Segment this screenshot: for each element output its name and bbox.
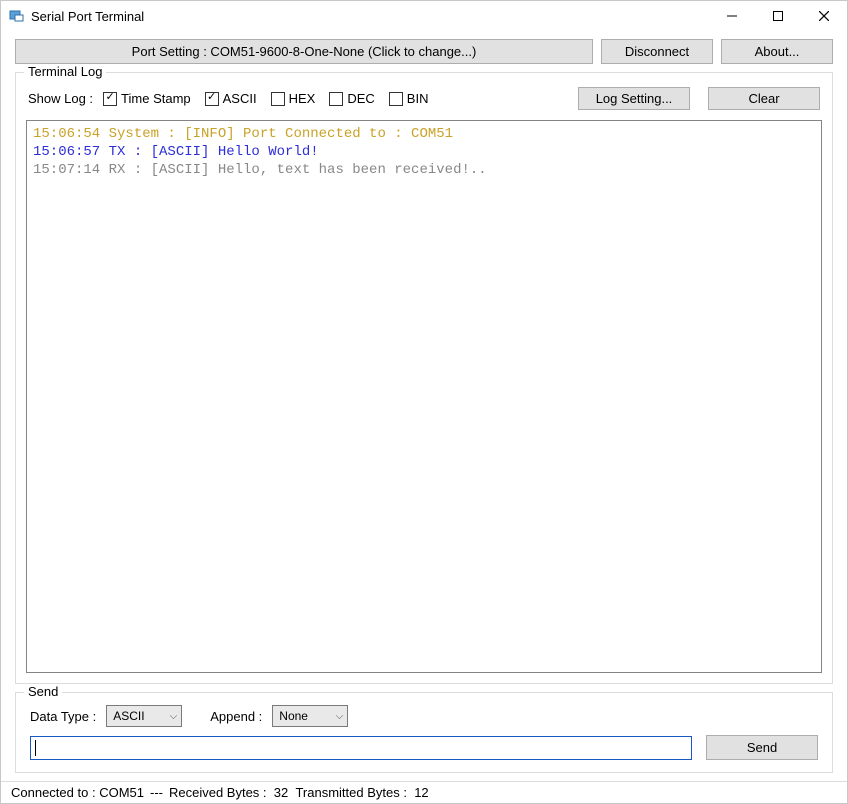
checkbox-label: Time Stamp xyxy=(121,91,191,106)
disconnect-button[interactable]: Disconnect xyxy=(601,39,713,64)
window-title: Serial Port Terminal xyxy=(31,9,144,24)
status-received-value: 32 xyxy=(274,785,288,800)
data-type-select[interactable]: ASCII ⌵ xyxy=(106,705,182,727)
maximize-button[interactable] xyxy=(755,1,801,31)
checkbox-label: ASCII xyxy=(223,91,257,106)
log-line: 15:06:57 TX : [ASCII] Hello World! xyxy=(33,143,815,161)
status-bar: Connected to : COM51 --- Received Bytes … xyxy=(1,781,847,803)
checkbox-time-stamp[interactable]: Time Stamp xyxy=(103,91,191,106)
terminal-log-legend: Terminal Log xyxy=(24,64,106,79)
checkbox-label: BIN xyxy=(407,91,429,106)
text-cursor-icon xyxy=(35,740,36,756)
log-options-row: Show Log : Time Stamp ASCII HEX DEC BIN xyxy=(26,83,822,120)
checkbox-bin[interactable]: BIN xyxy=(389,91,429,106)
app-icon xyxy=(9,8,25,24)
show-log-label: Show Log : xyxy=(28,91,93,106)
minimize-button[interactable] xyxy=(709,1,755,31)
chevron-down-icon: ⌵ xyxy=(170,711,178,722)
terminal-log-view[interactable]: 15:06:54 System : [INFO] Port Connected … xyxy=(26,120,822,673)
send-button[interactable]: Send xyxy=(706,735,818,760)
append-label: Append : xyxy=(210,709,262,724)
status-connected-label: Connected to : xyxy=(11,785,96,800)
log-line: 15:07:14 RX : [ASCII] Hello, text has be… xyxy=(33,161,815,179)
checkbox-box-icon xyxy=(205,92,219,106)
append-select[interactable]: None ⌵ xyxy=(272,705,348,727)
terminal-log-group: Terminal Log Show Log : Time Stamp ASCII… xyxy=(15,72,833,684)
port-setting-button[interactable]: Port Setting : COM51-9600-8-One-None (Cl… xyxy=(15,39,593,64)
log-setting-button[interactable]: Log Setting... xyxy=(578,87,690,110)
checkbox-box-icon xyxy=(271,92,285,106)
status-connected-value: COM51 xyxy=(99,785,144,800)
close-button[interactable] xyxy=(801,1,847,31)
clear-button[interactable]: Clear xyxy=(708,87,820,110)
send-input-row: Send xyxy=(26,735,822,762)
data-type-label: Data Type : xyxy=(30,709,96,724)
checkbox-box-icon xyxy=(329,92,343,106)
checkbox-box-icon xyxy=(389,92,403,106)
about-button[interactable]: About... xyxy=(721,39,833,64)
checkbox-label: DEC xyxy=(347,91,374,106)
send-options-row: Data Type : ASCII ⌵ Append : None ⌵ xyxy=(26,703,822,735)
send-legend: Send xyxy=(24,684,62,699)
top-toolbar: Port Setting : COM51-9600-8-One-None (Cl… xyxy=(1,31,847,72)
send-group: Send Data Type : ASCII ⌵ Append : None ⌵… xyxy=(15,692,833,773)
status-transmitted-value: 12 xyxy=(414,785,428,800)
checkbox-ascii[interactable]: ASCII xyxy=(205,91,257,106)
status-received-label: Received Bytes : xyxy=(169,785,267,800)
checkbox-dec[interactable]: DEC xyxy=(329,91,374,106)
status-separator: --- xyxy=(150,785,163,800)
log-line: 15:06:54 System : [INFO] Port Connected … xyxy=(33,125,815,143)
app-window: Serial Port Terminal Port Setting : COM5… xyxy=(0,0,848,804)
checkbox-hex[interactable]: HEX xyxy=(271,91,316,106)
send-input[interactable] xyxy=(30,736,692,760)
append-value: None xyxy=(279,709,308,723)
status-transmitted-label: Transmitted Bytes : xyxy=(295,785,407,800)
data-type-value: ASCII xyxy=(113,709,144,723)
checkbox-label: HEX xyxy=(289,91,316,106)
chevron-down-icon: ⌵ xyxy=(336,711,344,722)
titlebar: Serial Port Terminal xyxy=(1,1,847,31)
checkbox-box-icon xyxy=(103,92,117,106)
